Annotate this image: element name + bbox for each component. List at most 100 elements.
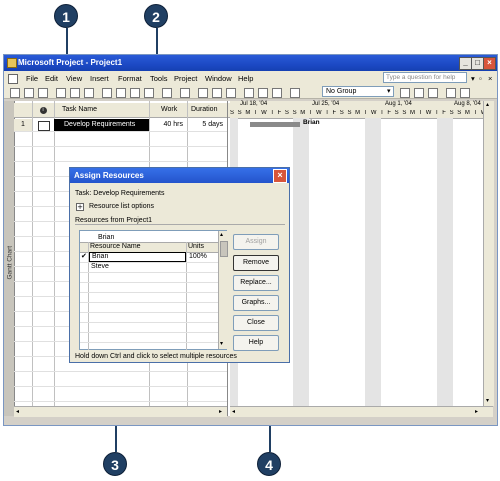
open-icon[interactable] [24,88,34,98]
remove-button[interactable]: Remove [233,255,279,271]
link-tasks-icon[interactable] [198,88,208,98]
week-label: Aug 1, '04 [385,101,412,107]
duration-cell[interactable]: 5 days [187,119,227,131]
split-task-icon[interactable] [226,88,236,98]
resource-list-options-link[interactable]: Resource list options [89,203,154,210]
dialog-titlebar: Assign Resources × [70,168,289,183]
format-painter-icon[interactable] [144,88,154,98]
table-hscrollbar[interactable]: ◂ ▸ [14,406,227,417]
print-preview-icon[interactable] [70,88,80,98]
resource-table: Brian Resource Name Units ✔ Brian 100% S… [79,230,228,350]
menu-insert[interactable]: Insert [90,74,109,83]
resource-name-header[interactable]: Resource Name [90,243,141,250]
help-button[interactable]: Help [233,335,279,351]
scroll-right-icon[interactable]: ▸ [219,408,222,415]
standard-toolbar: No Group ▾ [4,85,497,99]
week-label: Jul 25, '04 [312,101,340,107]
task-notes-icon[interactable] [258,88,268,98]
task-info-icon[interactable] [244,88,254,98]
resource-name[interactable]: Brian [89,252,186,262]
print-icon[interactable] [56,88,66,98]
task-name-cell[interactable]: Develop Requirements [54,119,149,131]
close-icon[interactable]: × [483,57,496,70]
zoom-in-icon[interactable] [400,88,410,98]
menu-view[interactable]: View [66,74,82,83]
scroll-right-icon[interactable]: ▸ [475,408,478,415]
cut-icon[interactable] [102,88,112,98]
task-name-header[interactable]: Task Name [54,103,158,118]
indicator-header[interactable]: i [32,103,55,118]
nonworking-band [293,118,309,406]
publish-icon[interactable] [290,88,300,98]
goto-task-icon[interactable] [428,88,438,98]
task-line: Task: Develop Requirements [75,190,165,197]
new-icon[interactable] [10,88,20,98]
callout-4: 4 [257,452,281,476]
week-label: Aug 8, '04 [454,101,481,107]
paste-icon[interactable] [130,88,140,98]
doc-menu-icon[interactable] [8,74,18,84]
scroll-thumb[interactable] [220,241,228,257]
help-dropdown-icon[interactable]: ▾ [471,74,475,83]
doc-close-icon[interactable]: × [488,74,492,83]
row-id: 1 [14,119,32,131]
resource-name[interactable]: Steve [91,262,109,272]
scroll-up-icon[interactable]: ▴ [486,101,489,108]
units-header[interactable]: Units [188,243,204,250]
resources-from-label: Resources from Project1 [75,217,153,224]
dialog-title: Assign Resources [74,171,144,180]
zoom-out-icon[interactable] [414,88,424,98]
resource-edit-field[interactable]: Brian [88,233,218,242]
copy-icon[interactable] [116,88,126,98]
callout-2: 2 [144,4,168,28]
group-dropdown-icon[interactable]: ▾ [387,87,391,95]
week-label: Jul 18, '04 [240,101,268,107]
copy-picture-icon[interactable] [446,88,456,98]
help-search-input[interactable]: Type a question for help [383,72,467,83]
graphs-button[interactable]: Graphs... [233,295,279,311]
replace-button[interactable]: Replace... [233,275,279,291]
scroll-left-icon[interactable]: ◂ [16,408,19,415]
save-icon[interactable] [38,88,48,98]
menu-project[interactable]: Project [174,74,197,83]
task-bar[interactable] [250,122,300,127]
work-cell[interactable]: 40 hrs [149,119,187,131]
hyperlink-icon[interactable] [180,88,190,98]
app-icon [7,58,17,68]
scroll-down-icon[interactable]: ▾ [220,340,223,347]
undo-icon[interactable] [162,88,172,98]
group-select[interactable]: No Group [322,86,394,97]
menu-tools[interactable]: Tools [150,74,168,83]
menu-edit[interactable]: Edit [45,74,58,83]
unlink-tasks-icon[interactable] [212,88,222,98]
doc-restore-icon[interactable]: ▫ [479,74,482,83]
menu-window[interactable]: Window [205,74,232,83]
close-button[interactable]: Close [233,315,279,331]
menu-bar: File Edit View Insert Format Tools Proje… [4,71,497,85]
scroll-down-icon[interactable]: ▾ [486,397,489,404]
gantt-hscrollbar[interactable]: ◂ ▸ [230,406,493,417]
spelling-icon[interactable] [84,88,94,98]
menu-file[interactable]: File [26,74,38,83]
scroll-left-icon[interactable]: ◂ [232,408,235,415]
menu-help[interactable]: Help [238,74,253,83]
resource-list-scrollbar[interactable]: ▴ ▾ [218,231,228,349]
nonworking-band [365,118,381,406]
gantt-vscrollbar[interactable]: ▴ ▾ [483,101,494,406]
resource-units[interactable]: 100% [189,252,207,262]
table-row[interactable]: 1 Develop Requirements 40 hrs 5 days [14,119,227,131]
window-titlebar: Microsoft Project - Project1 _ □ × [4,55,497,71]
options-toggle[interactable]: + [76,203,84,211]
view-bar[interactable]: Gantt Chart [4,101,15,416]
scroll-up-icon[interactable]: ▴ [220,231,223,238]
help-icon[interactable] [460,88,470,98]
assign-resources-icon[interactable] [272,88,282,98]
task-bar-label: Brian [303,119,320,126]
dialog-close-icon[interactable]: × [273,169,287,183]
callout-1: 1 [54,4,78,28]
row-id-header[interactable] [14,103,33,118]
menu-format[interactable]: Format [118,74,142,83]
assigned-check-icon[interactable]: ✔ [81,252,87,260]
assign-button[interactable]: Assign [233,234,279,250]
duration-header[interactable]: Duration [187,103,232,118]
